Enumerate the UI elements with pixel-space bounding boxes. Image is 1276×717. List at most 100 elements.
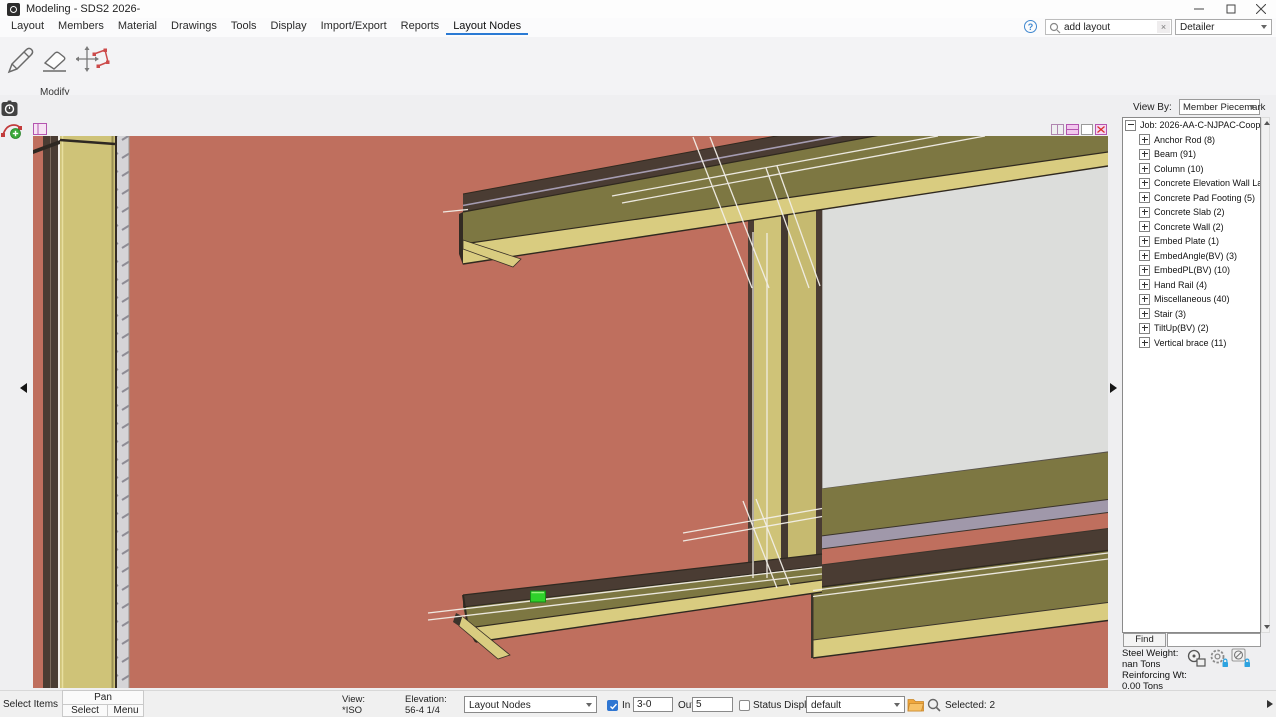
single-view-icon[interactable] — [1082, 125, 1093, 135]
tree-item[interactable]: Beam (91) — [1123, 147, 1260, 162]
tree-item[interactable]: Concrete Elevation Wall Layout ( — [1123, 176, 1260, 191]
depth-in-input[interactable] — [633, 697, 673, 712]
expand-icon[interactable] — [1139, 236, 1150, 247]
expand-icon[interactable] — [1139, 149, 1150, 160]
find-input[interactable] — [1167, 633, 1261, 647]
expand-icon[interactable] — [1139, 323, 1150, 334]
help-icon[interactable]: ? — [1024, 20, 1037, 33]
snapshot-icon[interactable] — [1, 100, 19, 118]
minimize-button[interactable] — [1184, 0, 1214, 18]
selected-count: Selected: 2 — [945, 700, 995, 711]
expand-icon[interactable] — [1139, 294, 1150, 305]
view-value: *ISO — [342, 705, 362, 716]
elevation-label: Elevation: — [405, 694, 447, 705]
tree-item[interactable]: Anchor Rod (8) — [1123, 133, 1260, 148]
tree-scrollbar[interactable] — [1261, 117, 1270, 633]
search-input[interactable] — [1064, 22, 1152, 33]
expand-icon[interactable] — [1139, 265, 1150, 276]
tree-item-label: Concrete Slab (2) — [1154, 207, 1225, 217]
scroll-up-icon[interactable] — [1264, 121, 1270, 125]
split-vertical-icon[interactable] — [1052, 125, 1064, 135]
tree-item[interactable]: TiltUp(BV) (2) — [1123, 321, 1260, 336]
menu-tools[interactable]: Tools — [224, 18, 264, 35]
pan-left-arrow[interactable] — [20, 383, 27, 393]
tree-item[interactable]: Concrete Wall (2) — [1123, 220, 1260, 235]
tree-item[interactable]: EmbedAngle(BV) (3) — [1123, 249, 1260, 264]
tree-item[interactable]: Vertical brace (11) — [1123, 336, 1260, 351]
menu-members[interactable]: Members — [51, 18, 111, 35]
expand-icon[interactable] — [1139, 207, 1150, 218]
expand-icon[interactable] — [1139, 163, 1150, 174]
expand-icon[interactable] — [1139, 134, 1150, 145]
tree-item-label: Concrete Pad Footing (5) — [1154, 193, 1255, 203]
mode-hint-label: Select Items — [3, 699, 58, 710]
draw-pencil-tool[interactable] — [5, 46, 35, 76]
minimize-icon — [1194, 4, 1204, 14]
tree-item[interactable]: EmbedPL(BV) (10) — [1123, 263, 1260, 278]
view-by-dropdown[interactable]: Member Piecemark — [1179, 99, 1260, 115]
chevron-down-icon — [1261, 25, 1267, 29]
zoom-search-icon[interactable] — [927, 698, 942, 713]
tree-item[interactable]: Column (10) — [1123, 162, 1260, 177]
elevation-value: 56-4 1/4 — [405, 705, 440, 716]
role-dropdown[interactable]: Detailer — [1175, 19, 1272, 35]
viewport-window-icon[interactable] — [33, 123, 48, 136]
locate-piecemark-icon[interactable] — [1186, 648, 1208, 670]
tree-item[interactable]: Miscellaneous (40) — [1123, 292, 1260, 307]
disabled-option-locked-icon[interactable] — [1231, 648, 1253, 670]
app-logo-icon — [7, 3, 20, 16]
concrete-panel[interactable] — [822, 166, 1108, 489]
menu-layout[interactable]: Layout — [4, 18, 51, 35]
app-window: Modeling - SDS2 2026- LayoutMembersMater… — [0, 0, 1276, 717]
expand-icon[interactable] — [1139, 279, 1150, 290]
mode-dropdown[interactable]: Layout Nodes — [464, 696, 597, 713]
split-horizontal-icon[interactable] — [1067, 125, 1079, 135]
expand-icon[interactable] — [1139, 337, 1150, 348]
tree-item[interactable]: Concrete Pad Footing (5) — [1123, 191, 1260, 206]
display-preset-dropdown[interactable]: default — [806, 696, 905, 713]
menu-bar: LayoutMembersMaterialDrawingsToolsDispla… — [0, 18, 1276, 37]
collapse-icon[interactable] — [1125, 120, 1136, 131]
close-button[interactable] — [1246, 0, 1276, 18]
model-viewport[interactable] — [33, 136, 1108, 688]
tree-item[interactable]: Embed Plate (1) — [1123, 234, 1260, 249]
expand-icon[interactable] — [1139, 221, 1150, 232]
erase-tool[interactable] — [41, 48, 69, 74]
tree-item[interactable]: Concrete Slab (2) — [1123, 205, 1260, 220]
menu-display[interactable]: Display — [264, 18, 314, 35]
clear-search-icon[interactable]: × — [1157, 21, 1170, 33]
tree-item[interactable]: Stair (3) — [1123, 307, 1260, 322]
left-column-member[interactable] — [33, 136, 129, 688]
command-search-box[interactable]: × — [1045, 19, 1172, 35]
move-layout-node-tool[interactable] — [76, 46, 110, 76]
mouse-hint-menu: Menu — [108, 705, 144, 716]
expand-icon[interactable] — [1139, 192, 1150, 203]
menu-layout-nodes[interactable]: Layout Nodes — [446, 18, 528, 35]
scroll-down-icon[interactable] — [1264, 625, 1270, 629]
resize-grip-icon[interactable] — [1267, 700, 1273, 708]
layout-node-selected[interactable] — [531, 591, 546, 602]
settings-gear-locked-icon[interactable] — [1209, 648, 1231, 670]
expand-icon[interactable] — [1139, 178, 1150, 189]
expand-icon[interactable] — [1139, 250, 1150, 261]
menu-material[interactable]: Material — [111, 18, 164, 35]
menu-reports[interactable]: Reports — [394, 18, 447, 35]
tree-root[interactable]: Job: 2026-AA-C-NJPAC-Cooperman- — [1123, 118, 1260, 133]
tree-item[interactable]: Hand Rail (4) — [1123, 278, 1260, 293]
status-display-checkbox[interactable] — [739, 700, 750, 711]
find-button[interactable]: Find — [1123, 633, 1166, 647]
maximize-button[interactable] — [1216, 0, 1246, 18]
add-layout-node-icon[interactable] — [0, 117, 24, 139]
expand-icon[interactable] — [1139, 308, 1150, 319]
depth-check-checkbox[interactable] — [607, 700, 618, 711]
menu-drawings[interactable]: Drawings — [164, 18, 224, 35]
tree-item-label: Column (10) — [1154, 164, 1204, 174]
menu-import-export[interactable]: Import/Export — [314, 18, 394, 35]
depth-out-input[interactable] — [692, 697, 733, 712]
open-preset-folder-icon[interactable] — [907, 696, 925, 713]
mode-dropdown-value: Layout Nodes — [469, 700, 531, 711]
pan-right-arrow[interactable] — [1110, 383, 1117, 393]
close-viewport-icon[interactable] — [1096, 125, 1107, 135]
model-tree[interactable]: Job: 2026-AA-C-NJPAC-Cooperman- Anchor R… — [1122, 117, 1261, 633]
tree-item-label: Concrete Wall (2) — [1154, 222, 1224, 232]
